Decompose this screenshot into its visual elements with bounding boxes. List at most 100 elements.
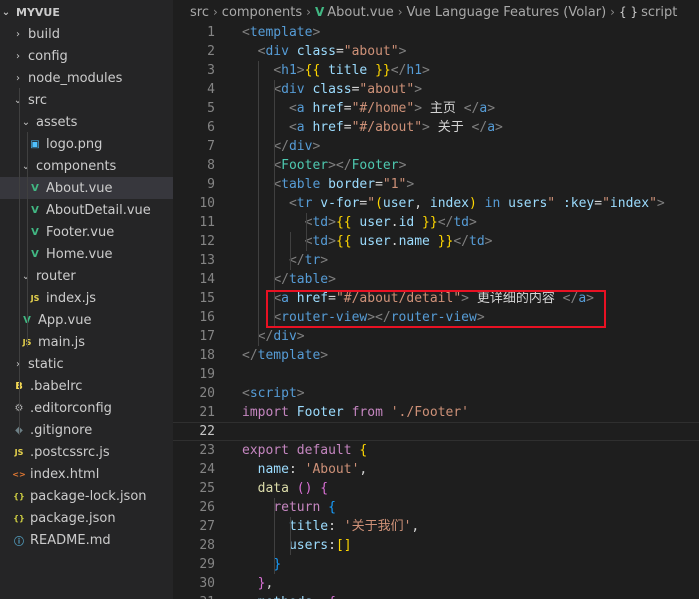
- code-token: h1: [281, 63, 297, 78]
- tree-file[interactable]: ⓘ README.md: [0, 529, 173, 551]
- breadcrumb-src[interactable]: src: [190, 5, 209, 20]
- code-line[interactable]: 28 users:[]: [173, 536, 699, 555]
- code-line[interactable]: 11 <td>{{ user.id }}</td>: [173, 213, 699, 232]
- code-token: </: [257, 329, 274, 344]
- code-token: router-view: [390, 310, 477, 325]
- code-line[interactable]: 27 title: '关于我们',: [173, 517, 699, 536]
- tree-folder[interactable]: › build: [0, 23, 173, 45]
- code-line[interactable]: 15 <a href="#/about/detail"> 更详细的内容 </a>: [173, 289, 699, 308]
- tree-item-label: build: [28, 26, 60, 42]
- explorer-root-folder[interactable]: ⌄ MYVUE: [0, 1, 173, 23]
- tree-file[interactable]: {} package.json: [0, 507, 173, 529]
- code-editor[interactable]: src › components › V About.vue › Vue Lan…: [173, 0, 699, 599]
- code-line[interactable]: 19: [173, 365, 699, 384]
- chevron-right-icon: ›: [306, 5, 311, 19]
- tree-file[interactable]: V About.vue: [0, 177, 173, 199]
- code-text: <div class="about">: [242, 80, 422, 99]
- code-token: ": [367, 196, 376, 211]
- code-token: :: [288, 462, 305, 477]
- code-line[interactable]: 18 </template>: [173, 346, 699, 365]
- tree-folder[interactable]: ⌄ src: [0, 89, 173, 111]
- tree-folder[interactable]: › node_modules: [0, 67, 173, 89]
- breadcrumb-components[interactable]: components: [222, 5, 302, 20]
- tree-file[interactable]: V Home.vue: [0, 243, 173, 265]
- code-token: >: [398, 44, 407, 59]
- breadcrumb-language[interactable]: Vue Language Features (Volar): [407, 5, 607, 20]
- code-text: }: [242, 555, 281, 574]
- tree-folder[interactable]: › static: [0, 353, 173, 375]
- code-token: }}: [437, 234, 454, 249]
- chevron-right-icon: ›: [16, 358, 20, 370]
- tree-indent-guide: [27, 286, 28, 303]
- vue-file-icon: V: [314, 5, 325, 19]
- tree-file[interactable]: JS .postcssrc.js: [0, 441, 173, 463]
- code-line[interactable]: 2 <div class="about">: [173, 42, 699, 61]
- code-line[interactable]: 13 </tr>: [173, 251, 699, 270]
- code-token: >: [422, 63, 430, 78]
- tree-folder[interactable]: ⌄ router: [0, 265, 173, 287]
- code-line[interactable]: 25 data () {: [173, 479, 699, 498]
- code-line[interactable]: 6 <a href="#/about"> 关于 </a>: [173, 118, 699, 137]
- tree-file[interactable]: JSmain.js: [0, 331, 173, 353]
- tree-file[interactable]: JS index.js: [0, 287, 173, 309]
- tree-file[interactable]: {} package-lock.json: [0, 485, 173, 507]
- tree-file[interactable]: <> index.html: [0, 463, 173, 485]
- tree-folder[interactable]: ⌄ components: [0, 155, 173, 177]
- code-token: 更详细的内容: [469, 291, 563, 306]
- code-line[interactable]: 14 </table>: [173, 270, 699, 289]
- code-token: table: [288, 272, 329, 287]
- code-line[interactable]: 5 <a href="#/home"> 主页 </a>: [173, 99, 699, 118]
- code-line[interactable]: 12 <td>{{ user.name }}</td>: [173, 232, 699, 251]
- tree-file[interactable]: VApp.vue: [0, 309, 173, 331]
- code-token: </: [437, 215, 454, 230]
- code-line[interactable]: 16 <router-view></router-view>: [173, 308, 699, 327]
- code-token: "#/about": [351, 120, 423, 135]
- code-line[interactable]: 17 </div>: [173, 327, 699, 346]
- tree-file[interactable]: ◆.gitignore: [0, 419, 173, 441]
- code-token: >: [469, 215, 477, 230]
- tree-item-label: index.html: [30, 466, 100, 482]
- line-number: 17: [199, 329, 215, 344]
- code-token: a: [281, 291, 289, 306]
- tree-item-label: node_modules: [28, 70, 123, 86]
- code-line[interactable]: 7 </div>: [173, 137, 699, 156]
- code-text: </table>: [242, 270, 336, 289]
- code-line[interactable]: 24 name: 'About',: [173, 460, 699, 479]
- code-line[interactable]: 23 export default {: [173, 441, 699, 460]
- code-line[interactable]: 21 import Footer from './Footer': [173, 403, 699, 422]
- code-token: methods: [258, 595, 313, 599]
- code-line[interactable]: 29 }: [173, 555, 699, 574]
- code-line[interactable]: 4 <div class="about">: [173, 80, 699, 99]
- code-text: <h1>{{ title }}</h1>: [242, 61, 430, 80]
- code-line[interactable]: 30 },: [173, 574, 699, 593]
- code-line[interactable]: 3 <h1>{{ title }}</h1>: [173, 61, 699, 80]
- tree-folder[interactable]: ⌄ assets: [0, 111, 173, 133]
- line-number: 20: [199, 386, 215, 401]
- code-text: <div class="about">: [242, 42, 407, 61]
- code-token: >: [586, 291, 594, 306]
- code-line[interactable]: 31 methods: {: [173, 593, 699, 599]
- code-line[interactable]: 26 return {: [173, 498, 699, 517]
- code-line[interactable]: 20 <script>: [173, 384, 699, 403]
- chevron-down-icon: ⌄: [21, 160, 31, 172]
- tree-file[interactable]: ▣ logo.png: [0, 133, 173, 155]
- tree-file[interactable]: ⚙.editorconfig: [0, 397, 173, 419]
- code-line[interactable]: 10 <tr v-for="(user, index) in users" :k…: [173, 194, 699, 213]
- code-line[interactable]: 8 <Footer></Footer>: [173, 156, 699, 175]
- breadcrumb-symbol[interactable]: script: [641, 5, 677, 20]
- code-token: a: [578, 291, 587, 306]
- code-token: >: [422, 120, 430, 135]
- tree-file[interactable]: V AboutDetail.vue: [0, 199, 173, 221]
- code-line[interactable]: 22: [173, 422, 699, 441]
- code-line[interactable]: 9 <table border="1">: [173, 175, 699, 194]
- tree-folder[interactable]: › config: [0, 45, 173, 67]
- code-token: ,: [414, 196, 430, 211]
- tree-file[interactable]: B.babelrc: [0, 375, 173, 397]
- line-number: 29: [199, 557, 215, 572]
- breadcrumb-file[interactable]: About.vue: [327, 5, 394, 20]
- tree-file[interactable]: V Footer.vue: [0, 221, 173, 243]
- code-line[interactable]: 1 <template>: [173, 23, 699, 42]
- code-token: './Footer': [390, 405, 470, 420]
